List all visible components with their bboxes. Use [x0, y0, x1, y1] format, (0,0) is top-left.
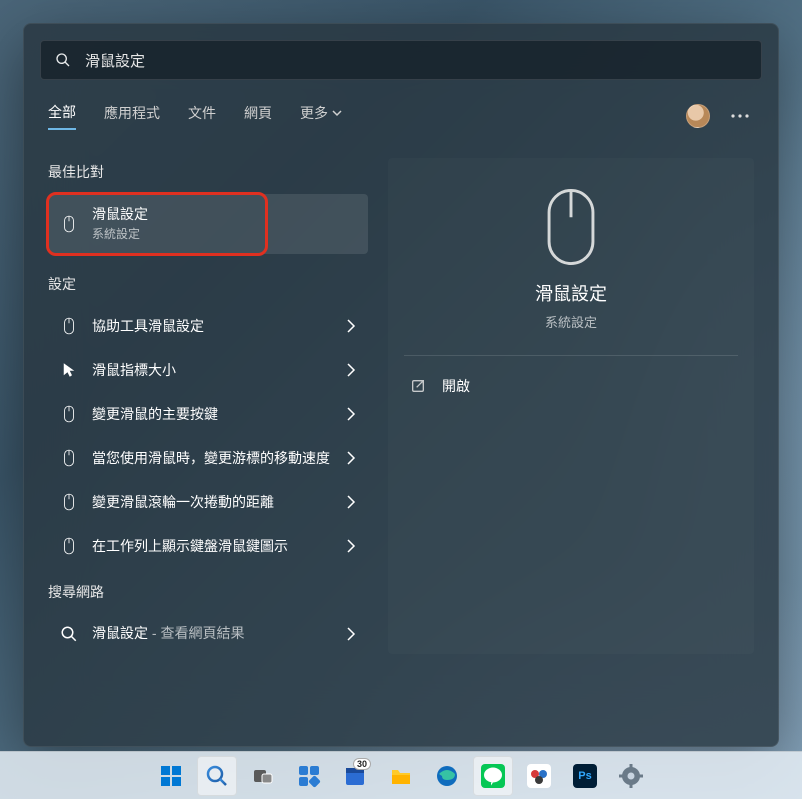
chevron-right-icon: [346, 494, 356, 510]
taskbar-app-collab[interactable]: [519, 756, 559, 796]
best-match-subtitle: 系統設定: [92, 226, 356, 242]
cursor-icon: [60, 361, 78, 379]
search-input[interactable]: 滑鼠設定: [40, 40, 762, 80]
taskbar-edge[interactable]: [427, 756, 467, 796]
edge-icon: [435, 764, 459, 788]
settings-result[interactable]: 協助工具滑鼠設定: [48, 306, 368, 346]
mouse-icon: [60, 405, 78, 423]
open-label: 開啟: [442, 376, 470, 396]
settings-result[interactable]: 變更滑鼠滾輪一次捲動的距離: [48, 482, 368, 522]
mouse-icon: [60, 493, 78, 511]
chevron-right-icon: [346, 626, 356, 642]
search-icon: [60, 625, 78, 643]
taskbar-settings[interactable]: [611, 756, 651, 796]
tab-all[interactable]: 全部: [48, 102, 76, 130]
taskbar-start[interactable]: [151, 756, 191, 796]
taskbar-taskview[interactable]: [243, 756, 283, 796]
best-match-title: 滑鼠設定: [92, 205, 356, 224]
settings-result-title: 變更滑鼠的主要按鍵: [92, 405, 338, 424]
settings-result-title: 變更滑鼠滾輪一次捲動的距離: [92, 493, 338, 512]
taskview-icon: [251, 764, 275, 788]
photoshop-icon: Ps: [573, 764, 597, 788]
search-icon: [55, 52, 71, 68]
mouse-icon: [60, 449, 78, 467]
taskbar-widgets[interactable]: [289, 756, 329, 796]
settings-result[interactable]: 變更滑鼠的主要按鍵: [48, 394, 368, 434]
taskbar-line[interactable]: [473, 756, 513, 796]
line-icon: [481, 764, 505, 788]
search-query-text: 滑鼠設定: [85, 50, 145, 71]
taskbar: 30 Ps: [0, 751, 802, 799]
tab-more[interactable]: 更多: [300, 103, 342, 129]
chevron-right-icon: [346, 362, 356, 378]
chevron-right-icon: [346, 406, 356, 422]
search-tabs: 全部 應用程式 文件 網頁 更多: [24, 94, 778, 138]
tab-apps[interactable]: 應用程式: [104, 103, 160, 129]
best-match-result[interactable]: 滑鼠設定 系統設定: [48, 194, 368, 254]
options-button[interactable]: [726, 102, 754, 130]
chevron-right-icon: [346, 538, 356, 554]
start-search-panel: 滑鼠設定 全部 應用程式 文件 網頁 更多 最佳比對 滑鼠設定 系: [23, 23, 779, 747]
windows-icon: [159, 764, 183, 788]
gear-icon: [619, 764, 643, 788]
taskbar-calendar[interactable]: 30: [335, 756, 375, 796]
taskbar-explorer[interactable]: [381, 756, 421, 796]
search-icon: [205, 764, 229, 788]
folder-icon: [389, 764, 413, 788]
detail-panel: 滑鼠設定 系統設定 開啟: [388, 158, 754, 654]
calendar-badge: 30: [353, 758, 371, 770]
settings-result-title: 在工作列上顯示鍵盤滑鼠鍵圖示: [92, 537, 338, 556]
tab-web[interactable]: 網頁: [244, 103, 272, 129]
settings-result-title: 協助工具滑鼠設定: [92, 317, 338, 336]
section-best-match: 最佳比對: [48, 162, 368, 182]
web-search-result[interactable]: 滑鼠設定 - 查看網頁結果: [48, 614, 368, 654]
chevron-right-icon: [346, 450, 356, 466]
open-icon: [410, 378, 426, 394]
chevron-down-icon: [332, 108, 342, 118]
section-search-web: 搜尋網路: [48, 582, 368, 602]
taskbar-search[interactable]: [197, 756, 237, 796]
settings-result-title: 滑鼠指標大小: [92, 361, 338, 380]
mouse-icon: [60, 317, 78, 335]
settings-result-title: 當您使用滑鼠時，變更游標的移動速度: [92, 449, 338, 468]
tab-documents[interactable]: 文件: [188, 103, 216, 129]
settings-result[interactable]: 當您使用滑鼠時，變更游標的移動速度: [48, 438, 368, 478]
ellipsis-icon: [731, 114, 749, 118]
section-settings: 設定: [48, 274, 368, 294]
web-result-title: 滑鼠設定: [92, 625, 148, 641]
mouse-icon: [60, 215, 78, 233]
chevron-right-icon: [346, 318, 356, 334]
widgets-icon: [297, 764, 321, 788]
settings-result[interactable]: 滑鼠指標大小: [48, 350, 368, 390]
open-action[interactable]: 開啟: [388, 356, 754, 416]
settings-result[interactable]: 在工作列上顯示鍵盤滑鼠鍵圖示: [48, 526, 368, 566]
detail-subtitle: 系統設定: [545, 312, 597, 331]
detail-title: 滑鼠設定: [535, 280, 607, 306]
user-avatar[interactable]: [686, 104, 710, 128]
web-result-suffix: - 查看網頁結果: [148, 625, 244, 641]
taskbar-photoshop[interactable]: Ps: [565, 756, 605, 796]
collab-icon: [527, 764, 551, 788]
mouse-icon: [541, 188, 601, 266]
mouse-icon: [60, 537, 78, 555]
